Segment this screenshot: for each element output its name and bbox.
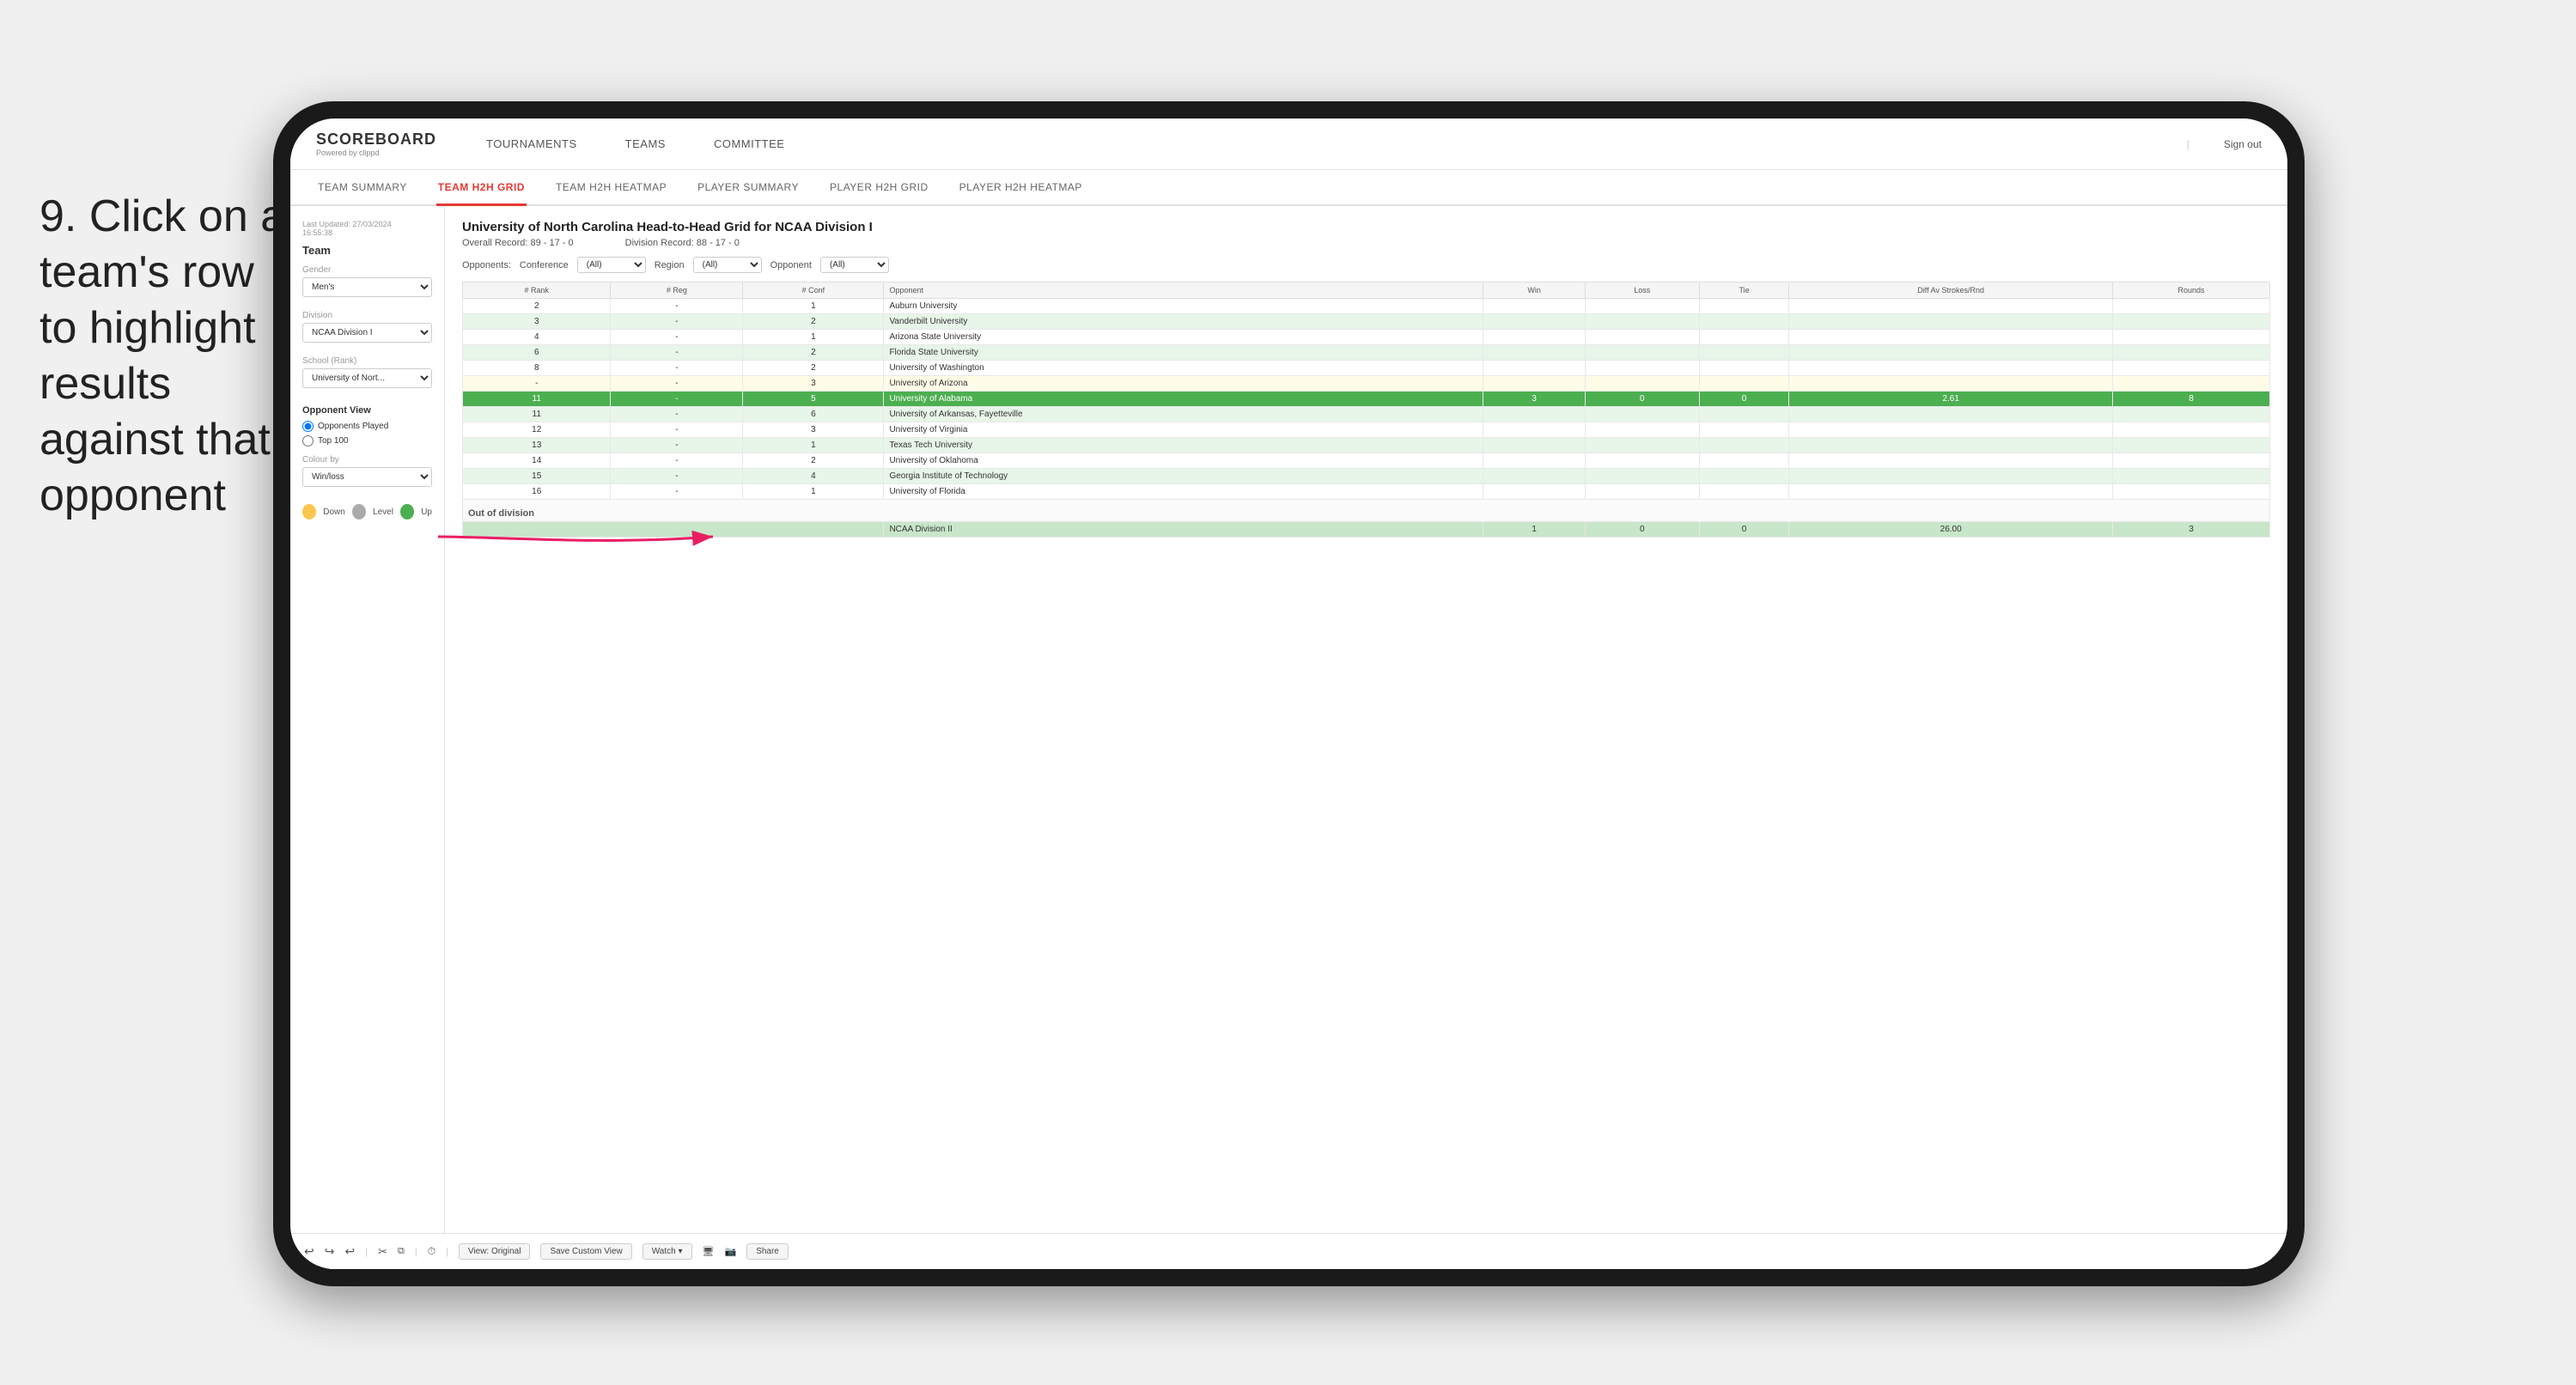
legend-down-label: Down bbox=[323, 507, 345, 517]
col-opponent: Opponent bbox=[884, 282, 1483, 299]
table-row[interactable]: 11-6 University of Arkansas, Fayettevill… bbox=[463, 407, 2270, 422]
col-rank: # Rank bbox=[463, 282, 611, 299]
undo-btn[interactable]: ↩ bbox=[304, 1244, 314, 1259]
grid-area: University of North Carolina Head-to-Hea… bbox=[445, 206, 2287, 1269]
nav-committee[interactable]: COMMITTEE bbox=[707, 134, 792, 154]
sidebar-colour-label: Colour by bbox=[302, 455, 432, 465]
tab-player-h2h-heatmap[interactable]: PLAYER H2H HEATMAP bbox=[958, 170, 1084, 206]
sub-nav: TEAM SUMMARY TEAM H2H GRID TEAM H2H HEAT… bbox=[290, 170, 2287, 206]
col-reg: # Reg bbox=[611, 282, 743, 299]
tab-player-summary[interactable]: PLAYER SUMMARY bbox=[696, 170, 801, 206]
bottom-toolbar: ↩ ↪ ↩ | ✂ ⧉ | ⏱ | View: Original Save Cu… bbox=[290, 1233, 2287, 1269]
nav-divider: | bbox=[2187, 138, 2189, 150]
sidebar-team-label: Team bbox=[302, 244, 432, 257]
save-custom-btn[interactable]: Save Custom View bbox=[540, 1243, 631, 1260]
overall-record-label: Overall Record: 89 - 17 - 0 bbox=[462, 238, 574, 248]
table-row[interactable]: 12-3 University of Virginia bbox=[463, 422, 2270, 438]
opponent-filter-select[interactable]: (All) bbox=[820, 257, 889, 273]
division-record-label: Division Record: 88 - 17 - 0 bbox=[625, 238, 740, 248]
col-tie: Tie bbox=[1699, 282, 1789, 299]
copy-icon: ⧉ bbox=[398, 1246, 405, 1257]
sidebar-gender-label: Gender bbox=[302, 265, 432, 275]
top-nav: SCOREBOARD Powered by clippd TOURNAMENTS… bbox=[290, 118, 2287, 170]
col-win: Win bbox=[1483, 282, 1585, 299]
logo-sub: Powered by clippd bbox=[316, 149, 436, 157]
sidebar-colour-select[interactable]: Win/loss bbox=[302, 467, 432, 487]
nav-teams[interactable]: TEAMS bbox=[618, 134, 673, 154]
h2h-table: # Rank # Reg # Conf Opponent Win Loss Ti… bbox=[462, 282, 2270, 538]
table-row[interactable]: 4-1 Arizona State University bbox=[463, 330, 2270, 345]
region-filter-select[interactable]: (All) bbox=[693, 257, 762, 273]
table-row[interactable]: 15-4 Georgia Institute of Technology bbox=[463, 469, 2270, 484]
radio-group: Opponents Played Top 100 bbox=[302, 421, 432, 446]
radio-opponents-played[interactable]: Opponents Played bbox=[302, 421, 432, 432]
last-updated: Last Updated: 27/03/2024 16:55:38 bbox=[302, 220, 432, 237]
legend-level-dot bbox=[352, 504, 366, 519]
sidebar-opponent-view-label: Opponent View bbox=[302, 405, 432, 416]
toolbar-separator3: | bbox=[446, 1247, 448, 1257]
table-row[interactable]: 3-2 Vanderbilt University bbox=[463, 314, 2270, 330]
table-row[interactable]: 2-1 Auburn University bbox=[463, 299, 2270, 314]
division-total-row[interactable]: NCAA Division II 10026.003 bbox=[463, 522, 2270, 538]
table-row-highlighted[interactable]: 11-5 University of Alabama 3002.618 bbox=[463, 392, 2270, 407]
radio-top100[interactable]: Top 100 bbox=[302, 435, 432, 446]
tab-team-summary[interactable]: TEAM SUMMARY bbox=[316, 170, 409, 206]
logo-scoreboard: SCOREBOARD bbox=[316, 131, 436, 149]
share-btn[interactable]: Share bbox=[746, 1243, 789, 1260]
scissors-icon: ✂ bbox=[378, 1245, 387, 1259]
sidebar-gender-select[interactable]: Men's bbox=[302, 277, 432, 297]
table-row[interactable]: 8-2 University of Washington bbox=[463, 361, 2270, 376]
table-row[interactable]: --3 University of Arizona bbox=[463, 376, 2270, 392]
tab-team-h2h-heatmap[interactable]: TEAM H2H HEATMAP bbox=[554, 170, 668, 206]
tablet-frame: SCOREBOARD Powered by clippd TOURNAMENTS… bbox=[273, 101, 2305, 1286]
conference-filter-select[interactable]: (All) bbox=[577, 257, 646, 273]
table-row[interactable]: 14-2 University of Oklahoma bbox=[463, 453, 2270, 469]
opponents-filter-label: Opponents: bbox=[462, 260, 511, 270]
clock-icon: ⏱ bbox=[428, 1245, 435, 1258]
content-wrapper: Last Updated: 27/03/2024 16:55:38 Team G… bbox=[290, 206, 2287, 1269]
col-rounds: Rounds bbox=[2113, 282, 2270, 299]
sidebar-school-select[interactable]: University of Nort... bbox=[302, 368, 432, 388]
sidebar-school-label: School (Rank) bbox=[302, 356, 432, 366]
sidebar-division-select[interactable]: NCAA Division I bbox=[302, 323, 432, 343]
table-row[interactable]: 6-2 Florida State University bbox=[463, 345, 2270, 361]
filters-row: Opponents: Conference (All) Region (All)… bbox=[462, 257, 2270, 273]
sidebar: Last Updated: 27/03/2024 16:55:38 Team G… bbox=[290, 206, 445, 1269]
redo2-btn[interactable]: ↩ bbox=[344, 1244, 355, 1259]
legend-level-label: Level bbox=[373, 507, 393, 517]
tablet-screen: SCOREBOARD Powered by clippd TOURNAMENTS… bbox=[290, 118, 2287, 1269]
grid-records: Overall Record: 89 - 17 - 0 Division Rec… bbox=[462, 238, 2270, 248]
region-filter-label: Region bbox=[655, 260, 685, 270]
table-row[interactable]: 16-1 University of Florida bbox=[463, 484, 2270, 500]
out-of-division-header: Out of division bbox=[463, 500, 2270, 522]
logo-area: SCOREBOARD Powered by clippd bbox=[316, 131, 436, 157]
toolbar-separator: | bbox=[365, 1247, 368, 1257]
sign-out[interactable]: Sign out bbox=[2224, 138, 2262, 150]
conference-filter-label: Conference bbox=[520, 260, 569, 270]
col-loss: Loss bbox=[1585, 282, 1699, 299]
legend-up-dot bbox=[400, 504, 414, 519]
legend-row: Down Level Up bbox=[302, 504, 432, 519]
grid-title: University of North Carolina Head-to-Hea… bbox=[462, 220, 2270, 234]
toolbar-icon1: 🖥 bbox=[703, 1246, 715, 1257]
toolbar-icon2: 📷 bbox=[724, 1246, 736, 1257]
col-diff: Diff Av Strokes/Rnd bbox=[1789, 282, 2113, 299]
opponent-filter-label: Opponent bbox=[770, 260, 812, 270]
table-row[interactable]: 13-1 Texas Tech University bbox=[463, 438, 2270, 453]
watch-btn[interactable]: Watch ▾ bbox=[642, 1243, 692, 1260]
legend-down-dot bbox=[302, 504, 316, 519]
tab-player-h2h-grid[interactable]: PLAYER H2H GRID bbox=[828, 170, 930, 206]
col-conf: # Conf bbox=[743, 282, 884, 299]
toolbar-separator2: | bbox=[415, 1247, 417, 1257]
sidebar-division-label: Division bbox=[302, 311, 432, 320]
legend-up-label: Up bbox=[421, 507, 432, 517]
instruction-text: 9. Click on a team's row to highlight re… bbox=[40, 189, 289, 524]
view-original-btn[interactable]: View: Original bbox=[459, 1243, 531, 1260]
tab-team-h2h-grid[interactable]: TEAM H2H GRID bbox=[436, 170, 527, 206]
nav-tournaments[interactable]: TOURNAMENTS bbox=[479, 134, 584, 154]
redo-btn[interactable]: ↪ bbox=[325, 1244, 335, 1259]
